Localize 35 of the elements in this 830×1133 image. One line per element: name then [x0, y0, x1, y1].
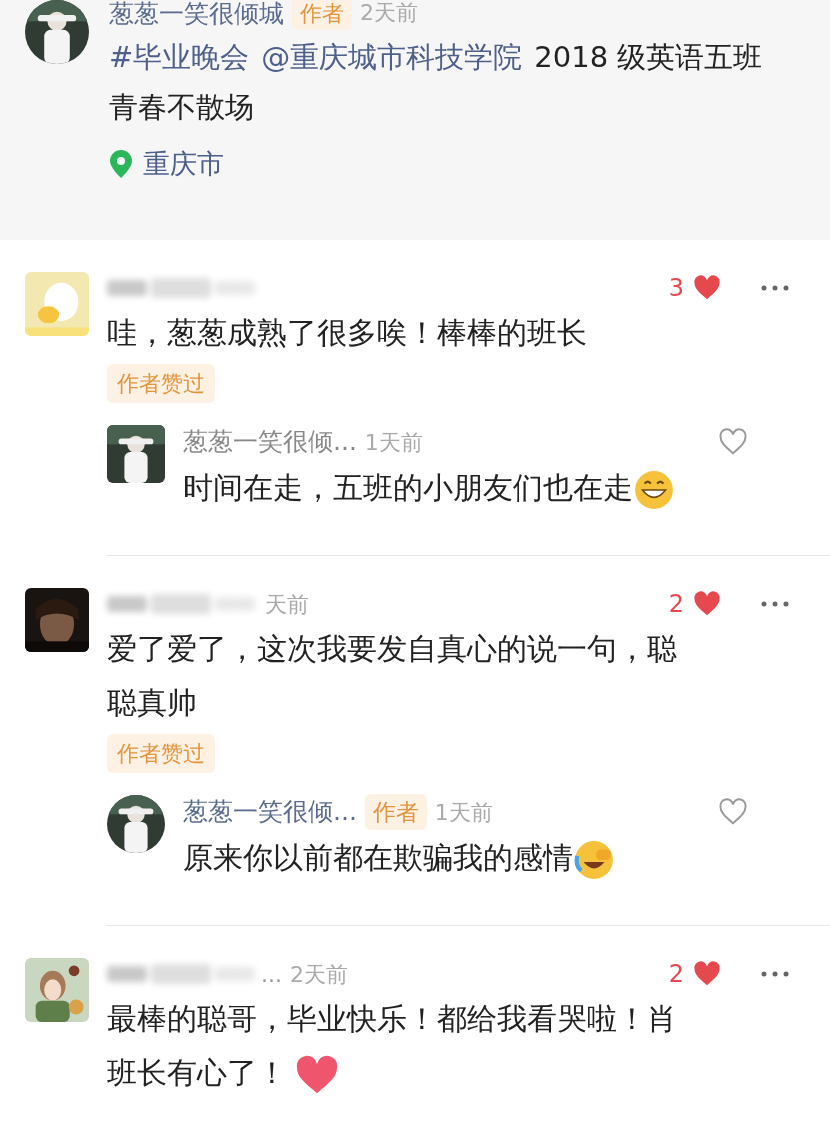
reply-author-name[interactable]: 葱葱一笑很倾...: [183, 423, 357, 461]
post-text: 青春不散场: [109, 89, 254, 126]
more-icon[interactable]: [760, 600, 790, 608]
name-ellipsis: ...: [261, 960, 282, 989]
heart-icon[interactable]: [718, 797, 748, 827]
author-liked-tag: 作者赞过: [107, 734, 215, 773]
heart-emoji-icon: [295, 1054, 339, 1095]
post-time: 2天前: [360, 2, 418, 24]
laughing-crying-emoji-icon: [573, 838, 615, 881]
comment-time: 2天前: [290, 960, 348, 989]
like-count: 2: [668, 589, 684, 620]
location-pin-icon: [109, 150, 133, 179]
author-badge: 作者: [292, 0, 352, 30]
reply-text: 时间在走，五班的小朋友们也在走: [183, 461, 790, 515]
like-count: 3: [668, 273, 684, 304]
author-name[interactable]: 葱葱一笑很倾城: [109, 0, 284, 26]
reply-time: 1天前: [434, 798, 493, 827]
hashtag-link[interactable]: @重庆城市科技学院: [261, 32, 523, 82]
like-count: 2: [668, 959, 684, 990]
hashtag-link[interactable]: #毕业晚会: [109, 32, 250, 82]
grinning-emoji-icon: [633, 468, 675, 511]
author-liked-tag: 作者赞过: [107, 364, 215, 403]
comment-text: 最棒的聪哥，毕业快乐！都给我看哭啦！肖班长有心了！: [107, 992, 702, 1100]
post-text: 2018 级英语五班: [534, 39, 763, 76]
comment-time: 天前: [265, 590, 309, 619]
location-text[interactable]: 重庆市: [143, 144, 224, 185]
comment-text: 哇，葱葱成熟了很多唉！棒棒的班长: [107, 314, 588, 352]
more-icon[interactable]: [760, 284, 790, 292]
more-icon[interactable]: [760, 970, 790, 978]
reply-author-name[interactable]: 葱葱一笑很倾...: [183, 793, 357, 831]
reply-time: 1天前: [364, 428, 423, 457]
comment-text: 爱了爱了，这次我要发自真心的说一句，聪聪真帅: [107, 630, 678, 722]
reply-text: 原来你以前都在欺骗我的感情: [183, 831, 790, 885]
author-badge: 作者: [364, 793, 427, 831]
heart-icon[interactable]: [718, 427, 748, 457]
